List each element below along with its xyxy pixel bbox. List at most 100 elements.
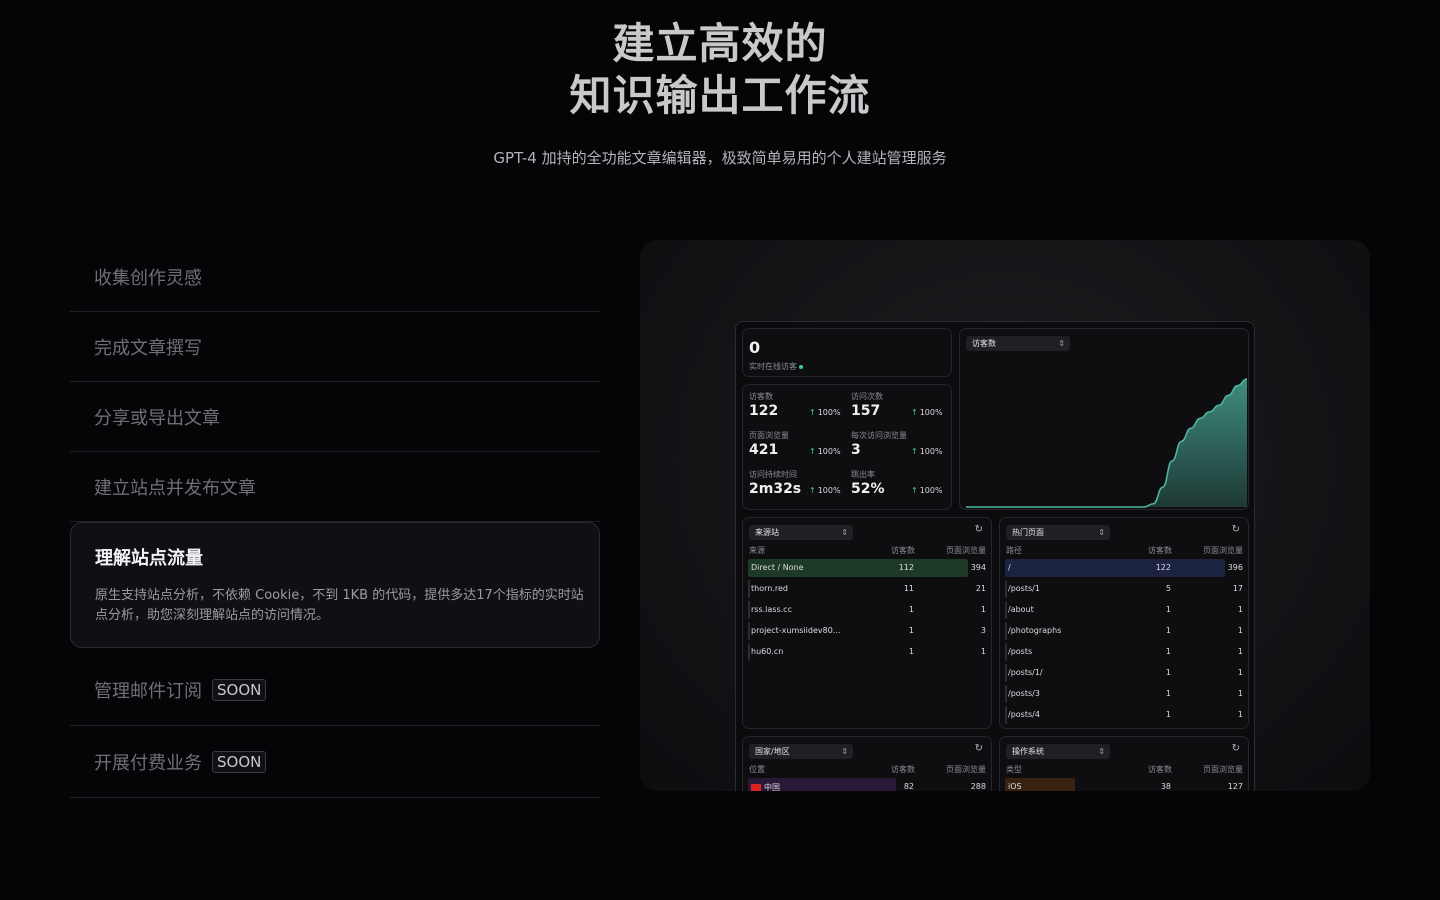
feature-item-write[interactable]: 完成文章撰写 <box>70 312 600 382</box>
feature-label: 完成文章撰写 <box>94 337 202 359</box>
row-views: 1 <box>1237 647 1243 656</box>
table-row[interactable]: /posts/1/1 1 <box>1005 664 1245 682</box>
feature-item-payments[interactable]: 开展付费业务 SOON <box>70 726 600 798</box>
row-views: 1 <box>980 647 986 656</box>
column-header: 访客数 <box>891 765 915 774</box>
row-visitors: 1 <box>1165 668 1171 677</box>
row-share-bar <box>1005 706 1007 724</box>
table-row[interactable]: thorn.red 11 21 <box>748 580 988 598</box>
stat-value: 122 <box>749 403 779 419</box>
feature-item-newsletter[interactable]: 管理邮件订阅 SOON <box>70 654 600 726</box>
table-row[interactable]: /posts/1 5 17 <box>1005 580 1245 598</box>
stat-change-value: 100% <box>919 486 943 495</box>
row-label-text: thorn.red <box>751 584 788 593</box>
row-label: rss.lass.cc <box>751 605 792 614</box>
referrers-select-value: 来源站 <box>755 528 779 537</box>
realtime-value: 0 <box>749 338 761 357</box>
stat-change: ↑ 100% <box>809 486 841 495</box>
visitors-area-chart <box>966 378 1248 508</box>
table-row[interactable]: project-xumsiidev80... 1 3 <box>748 622 988 640</box>
table-row[interactable]: iOS 38 127 <box>1005 778 1245 791</box>
refresh-icon[interactable]: ↻ <box>1232 524 1240 535</box>
chart-card: 访客数 ⇕ <box>959 328 1249 510</box>
row-views: 394 <box>970 563 986 572</box>
arrow-up-icon: ↑ <box>911 486 918 495</box>
table-row[interactable]: /posts/3 1 1 <box>1005 685 1245 703</box>
row-views: 21 <box>975 584 986 593</box>
row-label: / <box>1008 563 1011 572</box>
row-label-text: project-xumsiidev80... <box>751 626 841 635</box>
table-row[interactable]: / 122 396 <box>1005 559 1245 577</box>
table-row[interactable]: hu60.cn 1 1 <box>748 643 988 661</box>
row-views: 396 <box>1227 563 1243 572</box>
row-views: 1 <box>980 605 986 614</box>
arrow-up-icon: ↑ <box>911 408 918 417</box>
row-label-text: /posts <box>1008 647 1033 656</box>
row-views: 1 <box>1237 626 1243 635</box>
countries-select-value: 国家/地区 <box>755 747 790 756</box>
table-row[interactable]: 中国 82 288 <box>748 778 988 791</box>
refresh-icon[interactable]: ↻ <box>1232 743 1240 754</box>
chevron-updown-icon: ⇕ <box>1098 528 1105 537</box>
stat-change-value: 100% <box>817 486 841 495</box>
feature-item-analytics[interactable]: 理解站点流量 原生支持站点分析，不依赖 Cookie，不到 1KB 的代码，提供… <box>70 522 600 648</box>
refresh-icon[interactable]: ↻ <box>975 743 983 754</box>
row-share-bar <box>748 580 750 598</box>
os-select[interactable]: 操作系统 ⇕ <box>1006 744 1110 759</box>
row-views: 288 <box>970 782 986 791</box>
refresh-icon[interactable]: ↻ <box>975 524 983 535</box>
os-select-value: 操作系统 <box>1012 747 1044 756</box>
chevron-updown-icon: ⇕ <box>841 528 848 537</box>
hero-title: 建立高效的 知识输出工作流 <box>0 18 1440 122</box>
row-label-text: rss.lass.cc <box>751 605 792 614</box>
column-header: 来源 <box>749 546 765 555</box>
column-header: 访客数 <box>891 546 915 555</box>
row-label-text: /posts/1 <box>1008 584 1040 593</box>
feature-item-share[interactable]: 分享或导出文章 <box>70 382 600 452</box>
dashboard-preview-panel: 0 实时在线访客 访客数 122 ↑ 100% 访问次数 157 ↑ 100% 页面浏览量 421… <box>640 240 1370 791</box>
feature-item-collect[interactable]: 收集创作灵感 <box>70 242 600 312</box>
column-header: 类型 <box>1006 765 1022 774</box>
top-pages-card: 热门页面 ⇕ ↻ 路径 访客数 页面浏览量 / 122 396/posts/1 5 17/about… <box>999 517 1249 729</box>
row-views: 1 <box>1237 668 1243 677</box>
row-label-text: /posts/4 <box>1008 710 1040 719</box>
row-share-bar <box>1005 664 1007 682</box>
row-share-bar <box>748 643 750 661</box>
row-label-text: /photographs <box>1008 626 1062 635</box>
stat-label: 访问次数 <box>851 392 883 401</box>
row-label: iOS <box>1008 782 1022 791</box>
stat-change-value: 100% <box>919 408 943 417</box>
table-row[interactable]: /posts/4 1 1 <box>1005 706 1245 724</box>
table-row[interactable]: rss.lass.cc 1 1 <box>748 601 988 619</box>
row-visitors: 122 <box>1155 563 1171 572</box>
referrers-select[interactable]: 来源站 ⇕ <box>749 525 853 540</box>
stat-label: 跳出率 <box>851 470 875 479</box>
row-visitors: 38 <box>1160 782 1171 791</box>
column-header: 页面浏览量 <box>1203 765 1243 774</box>
table-row[interactable]: /about 1 1 <box>1005 601 1245 619</box>
row-share-bar <box>748 601 750 619</box>
row-share-bar <box>1005 685 1007 703</box>
countries-card: 国家/地区 ⇕ ↻ 位置 访客数 页面浏览量 中国 82 288 <box>742 736 992 791</box>
row-visitors: 1 <box>908 647 914 656</box>
feature-label: 管理邮件订阅 <box>94 680 202 702</box>
row-share-bar <box>1005 559 1225 577</box>
table-row[interactable]: /posts 1 1 <box>1005 643 1245 661</box>
table-row[interactable]: /photographs 1 1 <box>1005 622 1245 640</box>
chevron-updown-icon: ⇕ <box>1098 747 1105 756</box>
row-views: 17 <box>1232 584 1243 593</box>
table-row[interactable]: Direct / None 112 394 <box>748 559 988 577</box>
column-header: 路径 <box>1006 546 1022 555</box>
feature-description: 原生支持站点分析，不依赖 Cookie，不到 1KB 的代码，提供多达17个指标… <box>95 588 584 623</box>
feature-label: 收集创作灵感 <box>94 267 202 289</box>
row-views: 127 <box>1227 782 1243 791</box>
chevron-updown-icon: ⇕ <box>841 747 848 756</box>
feature-item-publish[interactable]: 建立站点并发布文章 <box>70 452 600 522</box>
row-label-text: /posts/3 <box>1008 689 1040 698</box>
stat-change: ↑ 100% <box>809 408 841 417</box>
row-share-bar <box>1005 643 1007 661</box>
countries-select[interactable]: 国家/地区 ⇕ <box>749 744 853 759</box>
feature-title: 理解站点流量 <box>95 548 203 569</box>
row-visitors: 1 <box>1165 689 1171 698</box>
pages-select[interactable]: 热门页面 ⇕ <box>1006 525 1110 540</box>
